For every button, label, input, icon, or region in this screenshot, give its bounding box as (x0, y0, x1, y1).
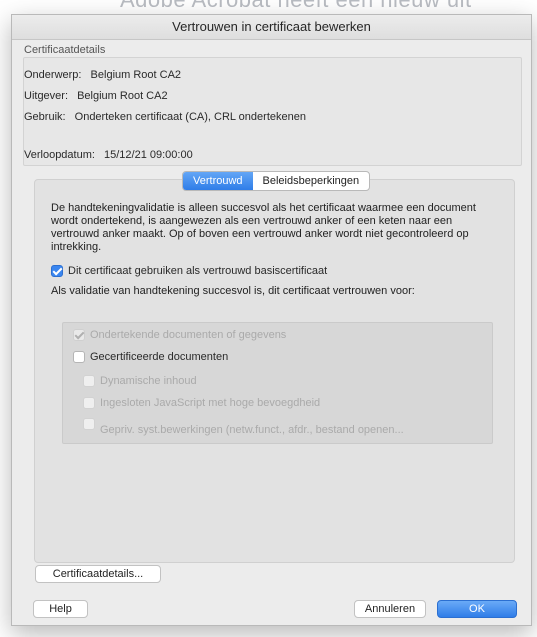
privileged-operations-checkbox[interactable] (83, 418, 95, 430)
background-window-text: Adobe Acrobat heeft een nieuw uit (120, 0, 472, 13)
dialog-title: Vertrouwen in certificaat bewerken (12, 15, 531, 40)
certified-documents-label: Gecertificeerde documenten (90, 351, 229, 363)
expiry-value: 15/12/21 09:00:00 (104, 149, 193, 161)
embedded-javascript-checkbox[interactable] (83, 397, 95, 409)
tab-policy-restrictions[interactable]: Beleidsbeperkingen (253, 172, 370, 190)
embedded-javascript-label: Ingesloten JavaScript met hoge bevoegdhe… (100, 397, 321, 409)
tab-trusted[interactable]: Vertrouwd (183, 172, 253, 190)
issuer-label: Uitgever: (24, 90, 69, 102)
validation-intro: Als validatie van handtekening succesvol… (51, 285, 415, 297)
subject-value: Belgium Root CA2 (90, 69, 182, 81)
expiry-row: Verloopdatum: 15/12/21 09:00:00 (24, 149, 193, 161)
issuer-value: Belgium Root CA2 (77, 90, 168, 102)
ok-button[interactable]: OK (437, 600, 517, 618)
certificate-details-heading: Certificaatdetails (24, 44, 106, 56)
dynamic-content-label: Dynamische inhoud (100, 375, 197, 387)
root-certificate-checkbox[interactable] (51, 265, 63, 277)
signed-documents-label: Ondertekende documenten of gegevens (90, 329, 287, 341)
help-button[interactable]: Help (33, 600, 88, 618)
trust-description: De handtekeningvalidatie is alleen succe… (51, 202, 476, 253)
certified-documents-checkbox[interactable] (73, 351, 85, 363)
root-certificate-label: Dit certificaat gebruiken als vertrouwd … (68, 265, 328, 277)
signed-documents-checkbox[interactable] (73, 329, 85, 341)
usage-label: Gebruik: (24, 111, 66, 123)
privileged-operations-label: Gepriv. syst.bewerkingen (netw.funct., a… (100, 424, 404, 436)
tab-bar: Vertrouwd Beleidsbeperkingen (182, 171, 371, 191)
usage-value: Onderteken certificaat (CA), CRL onderte… (74, 111, 306, 123)
certificate-details-button[interactable]: Certificaatdetails... (35, 565, 161, 583)
subject-label: Onderwerp: (24, 69, 82, 81)
cancel-button[interactable]: Annuleren (354, 600, 426, 618)
subject-row: Onderwerp: Belgium Root CA2 (24, 69, 181, 81)
edit-certificate-trust-dialog: Vertrouwen in certificaat bewerken Certi… (11, 14, 532, 626)
expiry-label: Verloopdatum: (24, 149, 95, 161)
dynamic-content-checkbox[interactable] (83, 375, 95, 387)
issuer-row: Uitgever: Belgium Root CA2 (24, 90, 168, 102)
usage-row: Gebruik: Onderteken certificaat (CA), CR… (24, 111, 306, 123)
